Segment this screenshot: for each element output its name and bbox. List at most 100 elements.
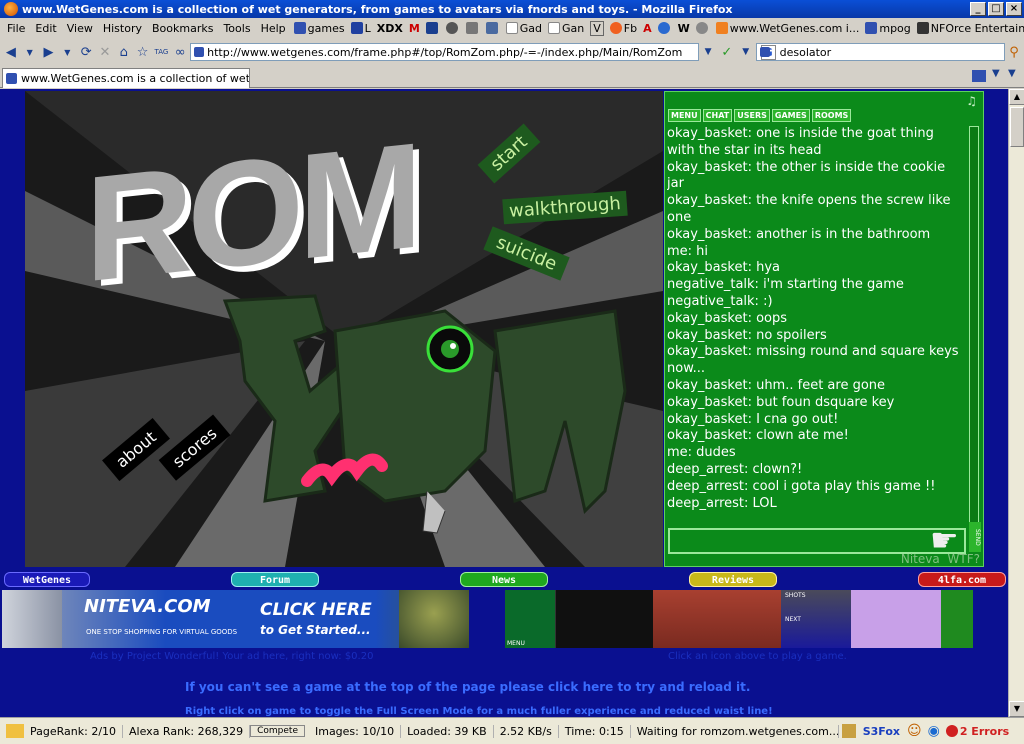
ad-cta-line1: CLICK HERE xyxy=(260,600,372,620)
forward-dropdown-icon[interactable]: ▼ xyxy=(58,43,76,61)
bookmark-nforce[interactable]: NFOrce Entertainment xyxy=(914,22,1024,35)
tab-scroll-icon[interactable]: ▼ xyxy=(1008,68,1016,79)
chat-scrollbar[interactable] xyxy=(969,126,979,526)
search-box[interactable]: G desolator xyxy=(755,43,1006,61)
compete-button[interactable]: Compete xyxy=(250,725,305,737)
bookmark-gad[interactable]: Gad xyxy=(503,22,545,35)
game-canvas[interactable]: ROM start walkthrough suicide about scor… xyxy=(25,91,663,567)
addon-icon[interactable]: ◉ xyxy=(928,723,940,739)
error-icon[interactable] xyxy=(945,725,958,737)
smiley-icon[interactable]: ☺ xyxy=(907,723,922,739)
home-icon[interactable]: ⌂ xyxy=(115,43,133,61)
thumb-label: SHOTS xyxy=(785,592,806,599)
menu-tools[interactable]: Tools xyxy=(218,22,255,35)
nav-4lfa[interactable]: 4lfa.com xyxy=(918,572,1006,587)
link-icon[interactable]: ∞ xyxy=(171,43,189,61)
thumb-solitaire[interactable]: MENU xyxy=(505,590,555,648)
sidebar-icon[interactable] xyxy=(972,70,986,82)
tab-rooms[interactable]: ROOMS xyxy=(811,109,852,122)
bookmark-label: mpog xyxy=(879,21,911,35)
bookmark-gan[interactable]: Gan xyxy=(545,22,587,35)
niteva-ad[interactable]: NITEVA.COM ONE STOP SHOPPING FOR VIRTUAL… xyxy=(2,590,469,648)
thumb-green-edge[interactable] xyxy=(941,590,973,648)
nav-forum[interactable]: Forum xyxy=(231,572,319,587)
stop-icon[interactable]: ✕ xyxy=(96,43,114,61)
bookmark-wetgenes[interactable]: www.WetGenes.com i... xyxy=(713,22,863,35)
tab-chat[interactable]: CHAT xyxy=(702,109,733,122)
bookmark-icon-5[interactable] xyxy=(655,22,675,34)
bookmark-star-icon[interactable]: ☆ xyxy=(134,43,152,61)
url-bar[interactable]: http://www.wetgenes.com/frame.php#/top/R… xyxy=(190,43,700,61)
bookmark-icon-6[interactable] xyxy=(693,22,713,34)
back-icon[interactable]: ◀ xyxy=(2,43,20,61)
url-dropdown-icon[interactable]: ▼ xyxy=(699,43,717,61)
menu-edit[interactable]: Edit xyxy=(30,22,61,35)
minimize-button[interactable]: _ xyxy=(970,2,986,16)
chat-input[interactable] xyxy=(668,528,966,554)
error-count[interactable]: 2 Errors xyxy=(960,725,1009,738)
scroll-up-icon[interactable]: ▲ xyxy=(1009,89,1024,105)
scroll-down-icon[interactable]: ▼ xyxy=(1009,701,1024,717)
tab-games[interactable]: GAMES xyxy=(771,109,810,122)
thumb-avatar[interactable] xyxy=(851,590,941,648)
bookmark-label: Gad xyxy=(519,21,543,35)
bookmark-icon-4[interactable] xyxy=(483,22,503,34)
s3fox-label[interactable]: S3Fox xyxy=(863,725,900,738)
menu-view[interactable]: View xyxy=(62,22,98,35)
nav-reviews[interactable]: Reviews xyxy=(689,572,777,587)
search-icon[interactable]: ⚲ xyxy=(1005,43,1023,61)
search-input: desolator xyxy=(779,45,832,59)
tab-menu[interactable]: MENU xyxy=(668,109,701,122)
chat-message: okay_basket: oops xyxy=(667,310,788,326)
google-icon xyxy=(548,22,561,34)
bookmark-icon xyxy=(695,22,708,34)
go-dropdown-icon[interactable]: ▼ xyxy=(737,43,755,61)
tab-users[interactable]: USERS xyxy=(734,109,770,122)
reload-link[interactable]: If you can't see a game at the top of th… xyxy=(185,680,750,694)
bookmark-icon-2[interactable] xyxy=(443,22,463,34)
forward-icon[interactable]: ▶ xyxy=(40,43,58,61)
thumb-bubble-game[interactable]: SHOTS NEXT xyxy=(781,590,851,648)
menu-file[interactable]: File xyxy=(2,22,30,35)
close-button[interactable]: × xyxy=(1006,2,1022,16)
bookmark-xdx[interactable]: XDX xyxy=(374,22,406,35)
search-engine-icon[interactable]: G xyxy=(760,44,776,60)
bookmark-games[interactable]: games xyxy=(291,22,348,35)
back-dropdown-icon[interactable]: ▼ xyxy=(21,43,39,61)
music-icon[interactable]: ♫ xyxy=(966,94,977,108)
thumb-red-game[interactable] xyxy=(653,590,781,648)
navigation-toolbar: ◀ ▼ ▶ ▼ ⟳ ✕ ⌂ ☆ TAG ∞ http://www.wetgene… xyxy=(0,40,1024,64)
bookmark-gmail[interactable]: M xyxy=(406,22,423,35)
menu-bookmarks[interactable]: Bookmarks xyxy=(147,22,218,35)
lock-icon[interactable] xyxy=(841,724,856,738)
bookmark-l[interactable]: L xyxy=(348,22,374,35)
bookmark-v[interactable]: V xyxy=(587,20,607,36)
tag-icon[interactable]: TAG xyxy=(153,43,171,61)
thumb-dark-game[interactable] xyxy=(555,590,653,648)
bookmark-icon xyxy=(425,22,438,34)
tab-wetgenes[interactable]: www.WetGenes.com is a collection of wet … xyxy=(2,68,250,88)
ad-caption[interactable]: Ads by Project Wonderful! Your ad here, … xyxy=(90,651,373,662)
url-text: http://www.wetgenes.com/frame.php#/top/R… xyxy=(207,45,683,59)
bookmark-wikipedia[interactable]: W xyxy=(675,22,693,35)
chat-message: me: dudes xyxy=(667,445,736,461)
tab-list-icon[interactable]: ▼ xyxy=(992,68,1000,79)
send-button[interactable]: SEND xyxy=(969,522,981,552)
maximize-button[interactable]: □ xyxy=(988,2,1004,16)
chat-message: okay_basket: the knife opens the screw l… xyxy=(667,193,951,225)
reload-icon[interactable]: ⟳ xyxy=(77,43,95,61)
spellcheck-icon[interactable]: ✓ xyxy=(718,43,736,61)
bookmark-fb[interactable]: Fb xyxy=(607,22,640,35)
scroll-thumb[interactable] xyxy=(1010,107,1024,147)
page-scrollbar[interactable]: ▲ ▼ xyxy=(1008,89,1024,717)
bookmark-adobe[interactable]: A xyxy=(640,22,655,35)
bookmark-icon-3[interactable] xyxy=(463,22,483,34)
nav-news[interactable]: News xyxy=(460,572,548,587)
nav-wetgenes[interactable]: WetGenes xyxy=(4,572,90,587)
menu-help[interactable]: Help xyxy=(256,22,291,35)
adobe-icon: A xyxy=(643,21,652,35)
menu-history[interactable]: History xyxy=(98,22,147,35)
bookmark-label: XDX xyxy=(376,21,403,35)
bookmark-mpog[interactable]: mpog xyxy=(862,22,913,35)
bookmark-icon-1[interactable] xyxy=(423,22,443,34)
